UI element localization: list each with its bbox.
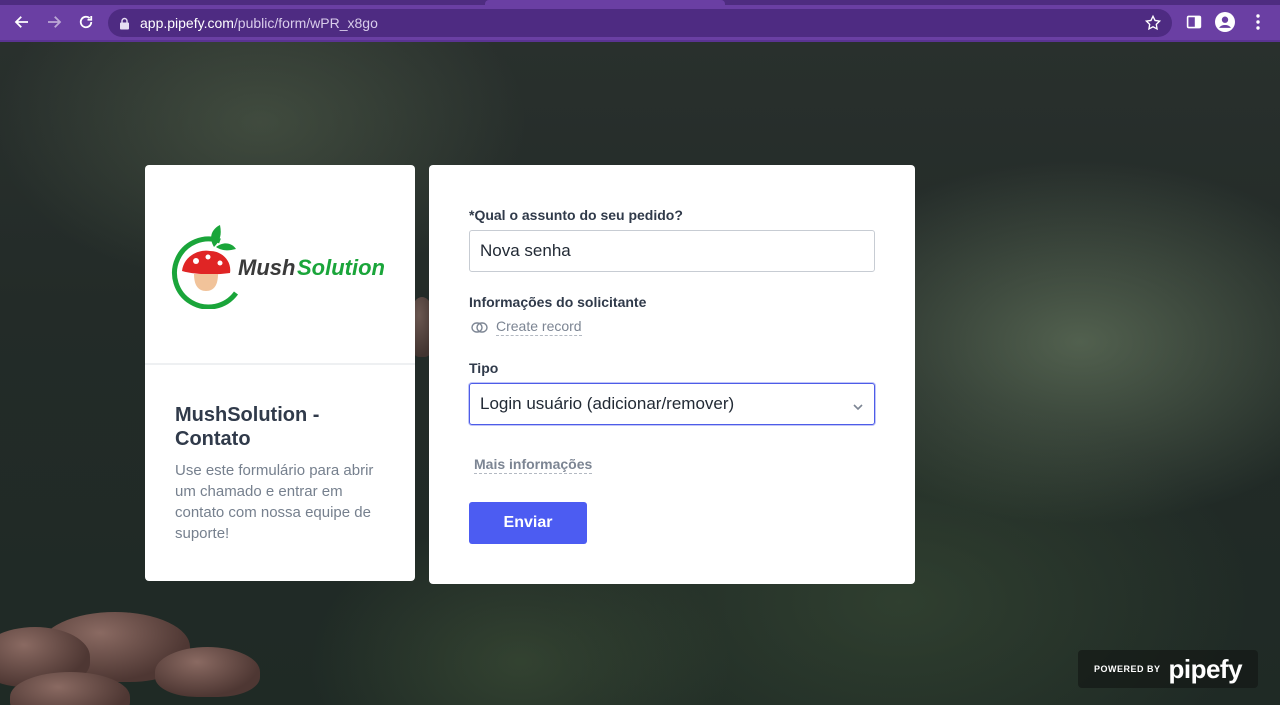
more-info-link[interactable]: Mais informações (474, 456, 593, 474)
side-panel-icon[interactable] (1184, 12, 1204, 32)
profile-avatar-icon[interactable] (1215, 12, 1235, 32)
subject-input[interactable]: Nova senha (469, 230, 875, 272)
submit-button[interactable]: Enviar (469, 502, 587, 544)
powered-by-text: POWERED BY (1093, 664, 1161, 674)
type-label: Tipo (469, 360, 499, 376)
type-select-value: Login usuário (adicionar/remover) (480, 394, 735, 413)
connection-icon (471, 321, 488, 333)
subject-label: *Qual o assunto do seu pedido? (469, 207, 683, 223)
pipefy-logo: pipefy (1168, 653, 1243, 684)
company-logo: Mush Solution (145, 165, 415, 365)
form-title: MushSolution - Contato (175, 404, 320, 450)
logo-text-dark: Mush (238, 255, 295, 280)
powered-by-badge[interactable]: POWERED BY pipefy (1078, 650, 1258, 688)
create-record-label: Create record (496, 318, 582, 336)
back-icon[interactable] (11, 11, 33, 33)
requester-label: Informações do solicitante (469, 294, 647, 310)
create-record-link[interactable]: Create record (471, 318, 582, 336)
type-select[interactable]: Login usuário (adicionar/remover) (469, 383, 875, 425)
url-domain: app.pipefy.com (140, 15, 234, 31)
mushsolution-logo: Mush Solution (171, 225, 385, 309)
forward-icon[interactable] (43, 11, 65, 33)
form-card: *Qual o assunto do seu pedido? Nova senh… (429, 165, 915, 584)
bookmark-star-icon[interactable] (1144, 14, 1162, 32)
mushroom-cap (155, 647, 260, 697)
active-tab[interactable] (485, 0, 725, 5)
reload-icon[interactable] (75, 11, 97, 33)
form-info-card: Mush Solution MushSolution - Contato Use… (145, 165, 415, 581)
browser-toolbar: app.pipefy.com/public/form/wPR_x8go (0, 0, 1280, 42)
tab-strip (0, 0, 1280, 5)
logo-text-green: Solution (297, 255, 385, 280)
menu-kebab-icon[interactable] (1248, 12, 1268, 32)
address-bar[interactable]: app.pipefy.com/public/form/wPR_x8go (108, 9, 1172, 37)
form-description: Use este formulário para abrir um chamad… (175, 462, 374, 542)
url-text: app.pipefy.com/public/form/wPR_x8go (140, 15, 378, 31)
lock-icon (119, 16, 131, 30)
chevron-down-icon (852, 398, 864, 411)
url-path: /public/form/wPR_x8go (233, 15, 378, 31)
